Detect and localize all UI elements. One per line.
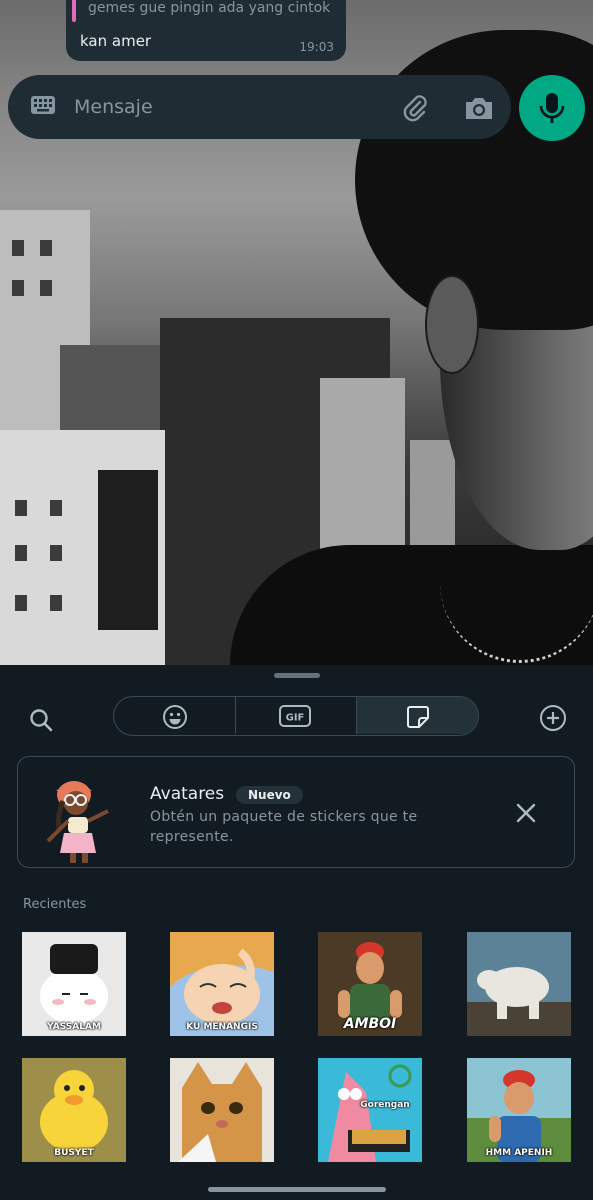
avatar-card-title: Avatares bbox=[150, 784, 225, 804]
sticker-image bbox=[170, 1058, 274, 1162]
mic-icon bbox=[539, 93, 565, 123]
wallpaper-window bbox=[15, 595, 27, 611]
voice-record-button[interactable] bbox=[519, 75, 585, 141]
sticker-busyet[interactable]: BUSYET bbox=[22, 1058, 126, 1162]
wallpaper-billboard bbox=[98, 470, 158, 630]
keyboard-icon[interactable] bbox=[30, 95, 56, 117]
avatar-card-description: Obtén un paquete de stickers que te repr… bbox=[150, 809, 418, 845]
gif-icon: GIF bbox=[279, 705, 311, 727]
sticker-polar-bear[interactable] bbox=[467, 932, 571, 1036]
gesture-nav-bar[interactable] bbox=[208, 1187, 386, 1192]
search-icon[interactable] bbox=[28, 707, 54, 733]
emoji-sticker-panel: GIF Avatares Nuevo Obtén un paquete de s… bbox=[0, 665, 593, 1200]
close-icon[interactable] bbox=[515, 802, 537, 824]
wallpaper-person-ear bbox=[425, 275, 479, 374]
reply-quote-bar bbox=[72, 0, 76, 22]
sticker-caption: Gorengan bbox=[360, 1100, 410, 1110]
sticker-image bbox=[170, 932, 274, 1024]
attach-icon[interactable] bbox=[400, 93, 430, 123]
panel-tabs: GIF bbox=[113, 696, 479, 736]
camera-icon[interactable] bbox=[463, 93, 495, 123]
message-input[interactable]: Mensaje bbox=[74, 96, 153, 118]
sticker-ku-menangis[interactable]: KU MENANGIS bbox=[170, 932, 274, 1036]
avatar-promo-card[interactable]: Avatares Nuevo Obtén un paquete de stick… bbox=[17, 756, 575, 868]
sticker-image bbox=[467, 1058, 571, 1162]
gif-label: GIF bbox=[286, 713, 305, 724]
wallpaper-window bbox=[50, 595, 62, 611]
sticker-image bbox=[40, 944, 108, 1024]
avatar-illustration bbox=[46, 781, 109, 863]
message-text: kan amer bbox=[80, 32, 152, 50]
emoji-tab[interactable] bbox=[114, 697, 236, 734]
quoted-message-text: gemes gue pingin ada yang cintok bbox=[88, 0, 331, 16]
sticker-caption: AMBOI bbox=[343, 1016, 397, 1032]
wallpaper-window bbox=[12, 280, 24, 296]
sticker-caption: KU MENANGIS bbox=[186, 1022, 258, 1032]
wallpaper-building bbox=[410, 440, 455, 550]
sticker-icon bbox=[407, 706, 429, 728]
sticker-caption: BUSYET bbox=[54, 1148, 94, 1158]
recent-stickers-label: Recientes bbox=[23, 897, 87, 912]
panel-drag-handle[interactable] bbox=[274, 673, 320, 678]
sticker-tab[interactable] bbox=[357, 697, 478, 734]
wallpaper-window bbox=[12, 240, 24, 256]
wallpaper-window bbox=[15, 500, 27, 516]
sticker-gorengan[interactable]: Gorengan bbox=[318, 1058, 422, 1162]
wallpaper-window bbox=[50, 545, 62, 561]
add-sticker-icon[interactable] bbox=[538, 703, 568, 733]
message-composer[interactable]: Mensaje bbox=[8, 75, 511, 139]
gif-tab[interactable]: GIF bbox=[235, 697, 357, 734]
sticker-hmm-apenih[interactable]: HMM APENIH bbox=[467, 1058, 571, 1162]
sticker-image bbox=[467, 932, 571, 1036]
sticker-caption: YASSALAM bbox=[47, 1022, 101, 1032]
wallpaper-window bbox=[40, 280, 52, 296]
sticker-yassalam[interactable]: YASSALAM bbox=[22, 932, 126, 1036]
wallpaper-window bbox=[15, 545, 27, 561]
wallpaper-window bbox=[50, 500, 62, 516]
new-badge: Nuevo bbox=[236, 786, 303, 804]
wallpaper-window bbox=[40, 240, 52, 256]
sticker-amboi[interactable]: AMBOI bbox=[318, 932, 422, 1036]
sticker-image bbox=[318, 1058, 422, 1162]
message-bubble[interactable]: gemes gue pingin ada yang cintok kan ame… bbox=[66, 0, 346, 61]
sticker-cat[interactable] bbox=[170, 1058, 274, 1162]
message-time: 19:03 bbox=[299, 40, 334, 54]
sticker-caption: HMM APENIH bbox=[485, 1148, 553, 1158]
sticker-image bbox=[40, 1070, 108, 1152]
emoji-icon bbox=[163, 705, 187, 729]
